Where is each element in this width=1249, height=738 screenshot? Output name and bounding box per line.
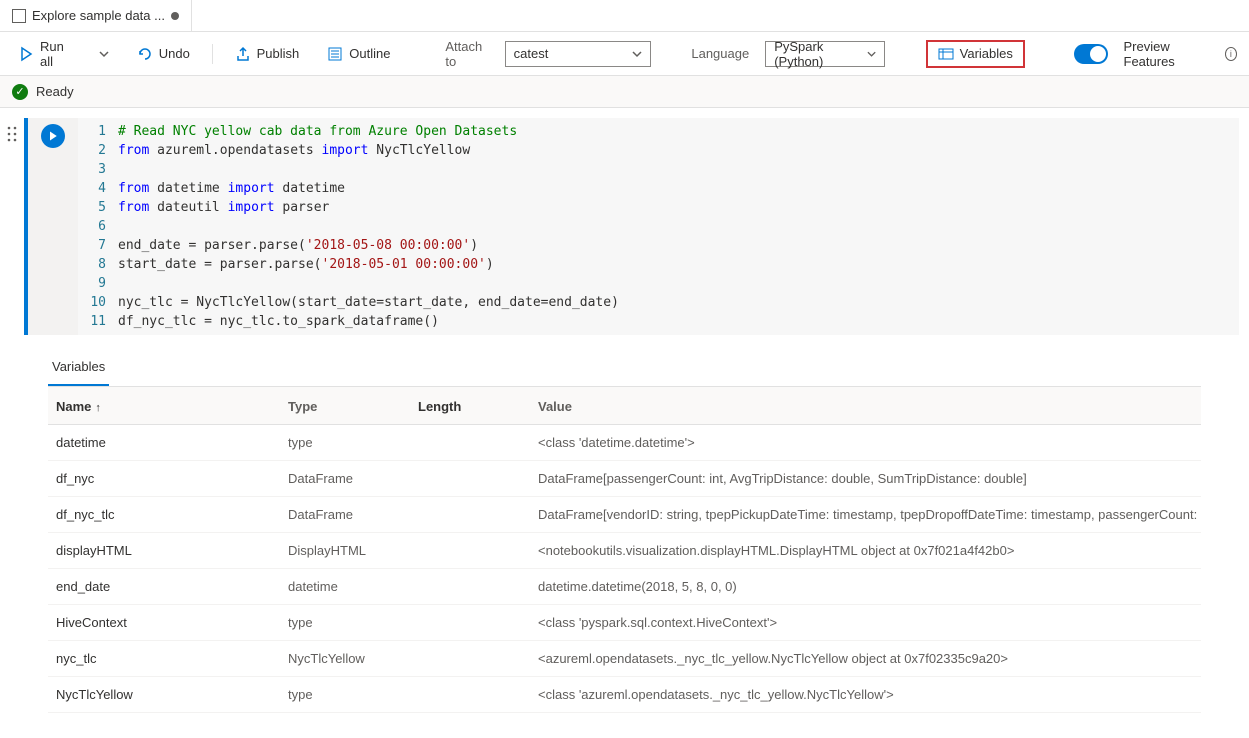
cell-length bbox=[418, 615, 538, 630]
table-row[interactable]: NycTlcYellowtype <class 'azureml.opendata… bbox=[48, 677, 1201, 713]
run-all-label: Run all bbox=[40, 39, 71, 69]
variables-panel: Variables Name↑ Type Length Value dateti… bbox=[0, 335, 1249, 713]
drag-icon bbox=[7, 126, 17, 142]
info-icon[interactable]: i bbox=[1225, 47, 1237, 61]
cell-type: DataFrame bbox=[288, 471, 418, 486]
table-header: Name↑ Type Length Value bbox=[48, 387, 1201, 425]
column-header-name[interactable]: Name↑ bbox=[48, 399, 288, 414]
cell-name: NycTlcYellow bbox=[48, 687, 288, 702]
cell-drag-handle[interactable] bbox=[0, 118, 24, 335]
undo-label: Undo bbox=[159, 46, 190, 61]
variables-table: Name↑ Type Length Value datetimetype<cla… bbox=[48, 387, 1201, 713]
table-row[interactable]: nyc_tlcNycTlcYellow <azureml.opendatasets… bbox=[48, 641, 1201, 677]
column-header-length[interactable]: Length bbox=[418, 399, 538, 414]
panel-tabs: Variables bbox=[48, 351, 1201, 387]
cell-type: DataFrame bbox=[288, 507, 418, 522]
publish-label: Publish bbox=[257, 46, 300, 61]
notebook-area: 1234567891011 # Read NYC yellow cab data… bbox=[0, 108, 1249, 335]
cell-name: df_nyc bbox=[48, 471, 288, 486]
cell-name: nyc_tlc bbox=[48, 651, 288, 666]
cell-value: <notebookutils.visualization.displayHTML… bbox=[538, 543, 1201, 558]
cell-value: datetime.datetime(2018, 5, 8, 0, 0) bbox=[538, 579, 1201, 594]
toggle-knob bbox=[1090, 46, 1106, 62]
cell-length bbox=[418, 435, 538, 450]
language-select[interactable]: PySpark (Python) bbox=[765, 41, 885, 67]
cell-type: type bbox=[288, 435, 418, 450]
table-row[interactable]: df_nyc_tlcDataFrame DataFrame[vendorID: s… bbox=[48, 497, 1201, 533]
cell-name: end_date bbox=[48, 579, 288, 594]
run-all-dropdown[interactable] bbox=[93, 45, 115, 63]
notebook-icon bbox=[12, 9, 26, 23]
attach-to-value: catest bbox=[514, 46, 549, 61]
table-row[interactable]: displayHTMLDisplayHTML <notebookutils.vis… bbox=[48, 533, 1201, 569]
outline-label: Outline bbox=[349, 46, 390, 61]
cell-name: df_nyc_tlc bbox=[48, 507, 288, 522]
tab-title: Explore sample data ... bbox=[32, 8, 165, 23]
cell-length bbox=[418, 543, 538, 558]
cell-length bbox=[418, 507, 538, 522]
status-text: Ready bbox=[36, 84, 74, 99]
language-value: PySpark (Python) bbox=[774, 39, 867, 69]
cell-type: datetime bbox=[288, 579, 418, 594]
column-header-value[interactable]: Value bbox=[538, 399, 1201, 414]
outline-icon bbox=[327, 46, 343, 62]
cell-value: DataFrame[passengerCount: int, AvgTripDi… bbox=[538, 471, 1201, 486]
unsaved-indicator-icon bbox=[171, 12, 179, 20]
preview-features-toggle[interactable] bbox=[1074, 44, 1108, 64]
variables-icon bbox=[938, 46, 954, 62]
cell-name: displayHTML bbox=[48, 543, 288, 558]
publish-button[interactable]: Publish bbox=[229, 42, 306, 66]
ready-status-icon: ✓ bbox=[12, 84, 28, 100]
language-label: Language bbox=[691, 46, 749, 61]
undo-icon bbox=[137, 46, 153, 62]
code-editor[interactable]: 1234567891011 # Read NYC yellow cab data… bbox=[78, 118, 1239, 335]
attach-to-label: Attach to bbox=[445, 39, 488, 69]
cell-length bbox=[418, 687, 538, 702]
code-content[interactable]: # Read NYC yellow cab data from Azure Op… bbox=[118, 122, 619, 331]
cell-length bbox=[418, 651, 538, 666]
toolbar-separator bbox=[212, 44, 213, 64]
publish-icon bbox=[235, 46, 251, 62]
notebook-tab[interactable]: Explore sample data ... bbox=[0, 0, 192, 31]
play-icon bbox=[47, 130, 59, 142]
cell-length bbox=[418, 471, 538, 486]
table-row[interactable]: HiveContexttype <class 'pyspark.sql.conte… bbox=[48, 605, 1201, 641]
cell-type: type bbox=[288, 687, 418, 702]
cell-name: HiveContext bbox=[48, 615, 288, 630]
cell-value: DataFrame[vendorID: string, tpepPickupDa… bbox=[538, 507, 1201, 522]
undo-button[interactable]: Undo bbox=[131, 42, 196, 66]
tab-bar: Explore sample data ... bbox=[0, 0, 1249, 32]
preview-features-label: Preview Features bbox=[1124, 39, 1209, 69]
chevron-down-icon bbox=[99, 49, 109, 59]
run-cell-button[interactable] bbox=[41, 124, 65, 148]
cell-value: <azureml.opendatasets._nyc_tlc_yellow.Ny… bbox=[538, 651, 1201, 666]
cell-value: <class 'datetime.datetime'> bbox=[538, 435, 1201, 450]
attach-to-select[interactable]: catest bbox=[505, 41, 651, 67]
cell-type: NycTlcYellow bbox=[288, 651, 418, 666]
run-all-button[interactable]: Run all bbox=[12, 35, 77, 73]
variables-label: Variables bbox=[960, 46, 1013, 61]
table-row[interactable]: datetimetype <class 'datetime.datetime'> bbox=[48, 425, 1201, 461]
code-cell[interactable]: 1234567891011 # Read NYC yellow cab data… bbox=[24, 118, 1239, 335]
cell-gutter bbox=[28, 118, 78, 335]
column-header-type[interactable]: Type bbox=[288, 399, 418, 414]
cell-length bbox=[418, 579, 538, 594]
cell-value: <class 'azureml.opendatasets._nyc_tlc_ye… bbox=[538, 687, 1201, 702]
status-bar: ✓ Ready bbox=[0, 76, 1249, 108]
cell-type: DisplayHTML bbox=[288, 543, 418, 558]
table-row[interactable]: end_datedatetime datetime.datetime(2018, … bbox=[48, 569, 1201, 605]
cell-value: <class 'pyspark.sql.context.HiveContext'… bbox=[538, 615, 1201, 630]
variables-button[interactable]: Variables bbox=[926, 40, 1025, 68]
cell-type: type bbox=[288, 615, 418, 630]
chevron-down-icon bbox=[632, 49, 642, 59]
line-numbers: 1234567891011 bbox=[78, 122, 118, 331]
variables-tab[interactable]: Variables bbox=[48, 351, 109, 386]
cell-name: datetime bbox=[48, 435, 288, 450]
chevron-down-icon bbox=[867, 49, 876, 59]
outline-button[interactable]: Outline bbox=[321, 42, 396, 66]
sort-asc-icon: ↑ bbox=[95, 402, 101, 414]
table-row[interactable]: df_nycDataFrame DataFrame[passengerCount:… bbox=[48, 461, 1201, 497]
play-icon bbox=[18, 46, 34, 62]
toolbar: Run all Undo Publish Outline Attach to c… bbox=[0, 32, 1249, 76]
